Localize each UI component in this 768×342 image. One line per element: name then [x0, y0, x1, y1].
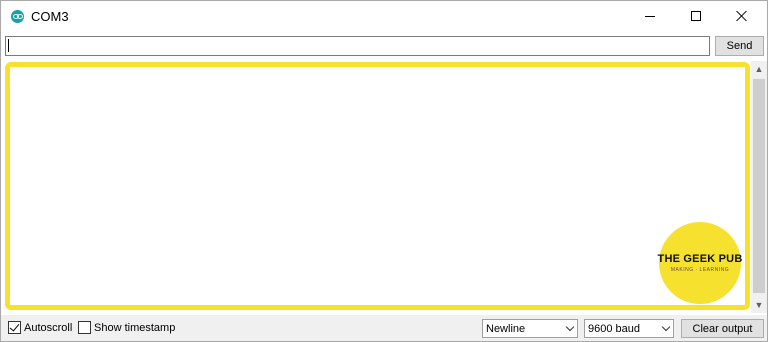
chevron-down-icon: [565, 322, 575, 332]
minimize-icon: [645, 15, 655, 17]
maximize-button[interactable]: [673, 1, 719, 31]
baud-rate-value: 9600 baud: [588, 322, 640, 335]
autoscroll-checkbox[interactable]: [8, 321, 21, 334]
vertical-scrollbar[interactable]: ▲ ▼: [751, 61, 767, 313]
serial-input[interactable]: [5, 36, 710, 56]
serial-monitor-window: COM3 Send ▲ ▼ THE GEEK PUB MAKING · LEAR…: [0, 0, 768, 342]
serial-output[interactable]: [5, 62, 750, 310]
arduino-icon: [11, 10, 24, 23]
send-row: Send: [5, 36, 765, 56]
close-icon: [736, 10, 748, 22]
timestamp-toggle[interactable]: Show timestamp: [78, 321, 175, 334]
baud-rate-select[interactable]: 9600 baud: [584, 319, 674, 338]
status-bar: Autoscroll Show timestamp Newline 9600 b…: [1, 315, 767, 341]
chevron-down-icon: [661, 322, 671, 332]
line-ending-select[interactable]: Newline: [482, 319, 578, 338]
close-button[interactable]: [719, 1, 765, 31]
autoscroll-toggle[interactable]: Autoscroll: [8, 321, 72, 334]
line-ending-value: Newline: [486, 322, 526, 335]
logo-sub-text: MAKING · LEARNING: [670, 267, 730, 273]
clear-output-button[interactable]: Clear output: [681, 319, 764, 338]
minimize-button[interactable]: [627, 1, 673, 31]
geek-pub-logo: THE GEEK PUB MAKING · LEARNING: [657, 222, 743, 304]
maximize-icon: [691, 11, 701, 21]
scroll-thumb[interactable]: [753, 79, 765, 293]
send-button[interactable]: Send: [715, 36, 764, 56]
timestamp-label: Show timestamp: [94, 321, 176, 334]
autoscroll-label: Autoscroll: [24, 321, 73, 334]
logo-main-text: THE GEEK PUB: [657, 253, 743, 265]
scroll-down-icon[interactable]: ▼: [751, 297, 767, 313]
text-caret: [8, 39, 9, 52]
timestamp-checkbox[interactable]: [78, 321, 91, 334]
scroll-up-icon[interactable]: ▲: [751, 61, 767, 77]
title-bar: COM3: [1, 1, 767, 31]
window-title: COM3: [31, 9, 69, 24]
